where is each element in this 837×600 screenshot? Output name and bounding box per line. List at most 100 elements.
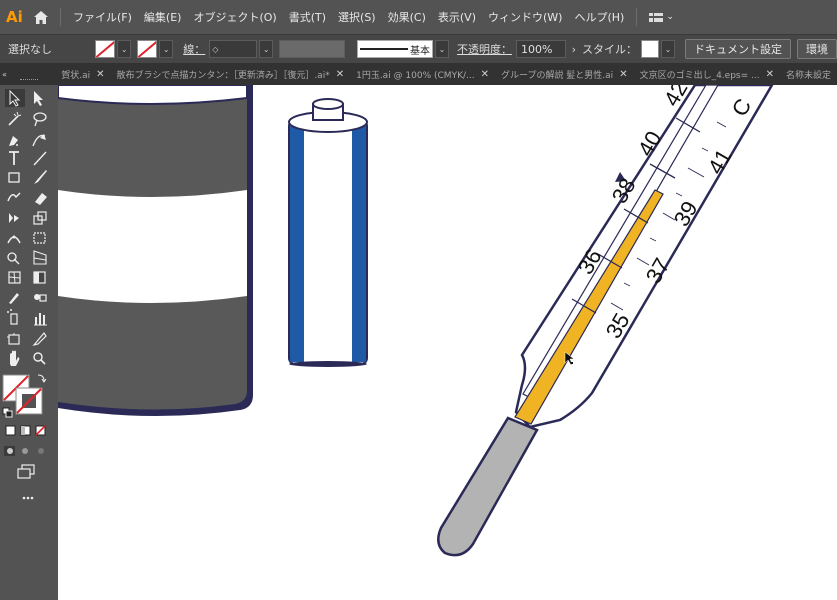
- tab-label: 賀状.ai: [61, 70, 91, 81]
- style-label: スタイル：: [582, 43, 637, 56]
- graphic-style-swatch[interactable]: [641, 40, 659, 58]
- tools-grip[interactable]: [20, 79, 38, 82]
- document-tab[interactable]: 文京区のゴミ出し_4.eps= ... ✕: [634, 68, 780, 81]
- column-graph-tool-icon[interactable]: [34, 313, 47, 326]
- brush-dropdown[interactable]: ⌄: [434, 40, 449, 58]
- free-transform-tool-icon[interactable]: [33, 232, 46, 244]
- draw-behind-icon[interactable]: [22, 448, 28, 454]
- close-icon[interactable]: ✕: [766, 69, 774, 80]
- screen-mode-icon[interactable]: [17, 464, 35, 479]
- tab-label: 1円玉.ai @ 100% (CMYK/...: [356, 70, 475, 81]
- stroke-swatch-large[interactable]: [15, 387, 43, 415]
- rotate-tool-icon[interactable]: [9, 213, 19, 223]
- mesh-tool-icon[interactable]: [8, 271, 21, 284]
- stroke-weight-input[interactable]: ◇: [209, 40, 258, 58]
- preferences-button[interactable]: 環境: [797, 39, 837, 59]
- slice-tool-icon[interactable]: [32, 331, 47, 347]
- graphic-style-dropdown[interactable]: ⌄: [661, 40, 675, 58]
- home-icon[interactable]: [28, 7, 54, 27]
- swap-fill-stroke-icon[interactable]: [37, 374, 47, 383]
- tab-label: グループの解説 髪と男性.ai: [500, 70, 614, 81]
- type-tool-icon[interactable]: [9, 151, 19, 165]
- fill-swatch[interactable]: [95, 40, 116, 58]
- color-mode-button[interactable]: [5, 425, 16, 436]
- menu-view[interactable]: 表示(V): [438, 9, 476, 25]
- eyedropper-tool-icon[interactable]: [9, 293, 19, 304]
- document-tab[interactable]: グループの解説 髪と男性.ai ✕: [495, 68, 634, 81]
- control-bar: 選択なし ⌄ ⌄ 線： ◇ ⌄ 基本 ⌄ 不透明度： 100% › スタイル： …: [0, 34, 837, 63]
- stroke-weight-label[interactable]: 線：: [183, 41, 205, 57]
- gradient-mode-button[interactable]: [20, 425, 31, 436]
- magic-wand-tool-icon[interactable]: [8, 111, 22, 126]
- chevron-down-icon: ⌄: [666, 12, 674, 22]
- opacity-value: 100%: [520, 42, 553, 56]
- shaper-tool-icon[interactable]: [7, 192, 21, 202]
- menu-window[interactable]: ウィンドウ(W): [488, 9, 562, 25]
- tab-label: 文京区のゴミ出し_4.eps= ...: [639, 70, 760, 81]
- menu-help[interactable]: ヘルプ(H): [574, 9, 624, 25]
- stroke-weight-dropdown[interactable]: ⌄: [259, 40, 274, 58]
- document-tab[interactable]: 名称未設定: [780, 68, 837, 81]
- menu-object[interactable]: オブジェクト(O): [193, 9, 276, 25]
- symbol-sprayer-tool-icon[interactable]: [7, 309, 18, 325]
- document-setup-button[interactable]: ドキュメント設定: [685, 39, 791, 59]
- menu-effect[interactable]: 効果(C): [388, 9, 426, 25]
- brush-stroke-preview: [359, 48, 408, 50]
- artboard-tool-icon[interactable]: [7, 333, 20, 345]
- curvature-tool-icon[interactable]: [32, 134, 46, 147]
- default-fill-stroke-icon[interactable]: [2, 407, 13, 418]
- close-icon[interactable]: ✕: [481, 69, 489, 80]
- draw-inside-icon[interactable]: [38, 448, 44, 454]
- close-icon[interactable]: ✕: [619, 69, 627, 80]
- more-tools-icon[interactable]: [22, 496, 34, 500]
- stroke-dropdown[interactable]: ⌄: [159, 40, 174, 58]
- menu-separator: [636, 8, 638, 26]
- document-tab[interactable]: 1円玉.ai @ 100% (CMYK/... ✕: [350, 68, 495, 81]
- menu-edit[interactable]: 編集(E): [144, 9, 182, 25]
- variable-width-profile[interactable]: [279, 40, 345, 58]
- line-segment-tool-icon[interactable]: [33, 151, 47, 166]
- document-tab-bar: « 賀状.ai ✕ 散布ブラシで点描カンタン：［更新済み］［復元］.ai* ✕ 1円…: [0, 63, 837, 85]
- document-tab[interactable]: 散布ブラシで点描カンタン：［更新済み］［復元］.ai* ✕: [111, 68, 351, 81]
- opacity-label[interactable]: 不透明度：: [457, 41, 512, 57]
- width-tool-icon[interactable]: [7, 235, 21, 244]
- menu-select[interactable]: 選択(S): [338, 9, 376, 25]
- battery-illustration[interactable]: [288, 98, 368, 367]
- zoom-tool-icon[interactable]: [33, 352, 46, 365]
- tools-panel: [0, 79, 58, 600]
- pen-tool-icon[interactable]: [9, 136, 18, 146]
- close-icon[interactable]: ✕: [96, 69, 104, 80]
- menu-separator: [60, 8, 61, 26]
- draw-normal-icon[interactable]: [4, 446, 15, 456]
- hand-tool-icon[interactable]: [10, 350, 20, 366]
- fill-dropdown[interactable]: ⌄: [117, 40, 132, 58]
- stroke-swatch[interactable]: [137, 40, 158, 58]
- artboard-canvas[interactable]: 42 40 38 36 35 C 41 39 37: [58, 85, 837, 600]
- perspective-grid-tool-icon[interactable]: [33, 250, 47, 265]
- document-tab[interactable]: 賀状.ai ✕: [55, 68, 110, 81]
- close-icon[interactable]: ✕: [336, 69, 344, 80]
- gradient-tool-icon[interactable]: [33, 271, 46, 284]
- scale-tool-icon[interactable]: [33, 211, 47, 225]
- workspace-grid-icon: [649, 12, 664, 22]
- direct-selection-tool-icon[interactable]: [34, 91, 43, 106]
- chevron-right-icon[interactable]: ›: [572, 43, 576, 56]
- brush-definition[interactable]: 基本: [356, 40, 433, 58]
- shape-builder-tool-icon[interactable]: [7, 252, 20, 265]
- thermometer-illustration[interactable]: 42 40 38 36 35 C 41 39 37: [437, 85, 774, 557]
- menu-type[interactable]: 書式(T): [289, 9, 326, 25]
- paintbrush-tool-icon[interactable]: [34, 170, 47, 184]
- opacity-input[interactable]: 100%: [515, 40, 566, 58]
- lasso-tool-icon[interactable]: [33, 112, 47, 127]
- menu-file[interactable]: ファイル(F): [73, 9, 132, 25]
- eraser-tool-icon[interactable]: [35, 193, 47, 205]
- rectangle-tool-icon[interactable]: [8, 172, 20, 183]
- selection-tool-icon[interactable]: [5, 89, 25, 107]
- panel-collapse-icon[interactable]: «: [2, 70, 15, 79]
- jar-illustration[interactable]: [58, 85, 253, 417]
- blend-tool-icon[interactable]: [34, 294, 47, 302]
- workspace-switcher[interactable]: ⌄: [649, 12, 674, 22]
- stepper-icon: ◇: [212, 44, 219, 54]
- selection-status: 選択なし: [8, 43, 52, 56]
- none-mode-button[interactable]: [35, 425, 46, 436]
